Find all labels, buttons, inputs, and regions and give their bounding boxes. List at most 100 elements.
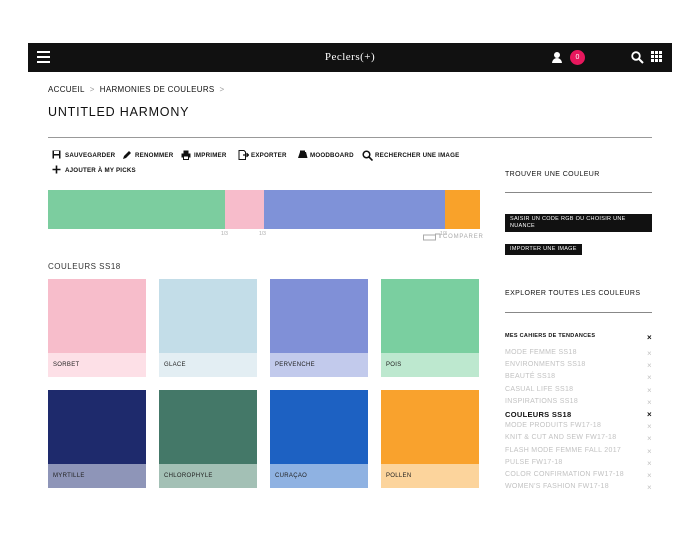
trend-book-label: CASUAL LIFE SS18	[505, 385, 574, 393]
swatch-name: POIS	[381, 353, 479, 377]
trend-book-item[interactable]: MODE FEMME SS18 ×	[505, 349, 652, 361]
plus-icon	[52, 165, 61, 174]
trend-book-label: COULEURS SS18	[505, 409, 572, 419]
trend-book-item[interactable]: COULEURS SS18 ×	[505, 410, 652, 422]
search-icon[interactable]	[631, 51, 644, 64]
harmony-segment[interactable]	[48, 190, 226, 229]
swatch-name: CHLOROPHYLE	[159, 464, 257, 488]
harmony-segment[interactable]	[263, 190, 446, 229]
trend-book-item[interactable]: INSPIRATIONS SS18 ×	[505, 398, 652, 410]
trend-book-label: KNIT & CUT AND SEW FW17-18	[505, 434, 617, 442]
breadcrumb: ACCUEIL > HARMONIES DE COULEURS >	[48, 85, 230, 94]
swatch-color	[270, 279, 368, 353]
explore-colors-heading: EXPLORER TOUTES LES COULEURS	[505, 290, 641, 297]
trend-book-item[interactable]: CASUAL LIFE SS18 ×	[505, 386, 652, 398]
trend-book-label: MODE FEMME SS18	[505, 349, 577, 356]
trend-book-label: FLASH MODE FEMME FALL 2017	[505, 446, 622, 454]
color-swatch[interactable]: POIS	[381, 279, 479, 377]
close-icon[interactable]: ×	[647, 434, 652, 443]
compare-icon	[423, 233, 441, 241]
title-divider	[48, 137, 652, 138]
swatch-name: CURAÇAO	[270, 464, 368, 488]
close-icon[interactable]: ×	[647, 373, 652, 382]
trend-books-heading: MES CAHIERS DE TENDANCES ×	[505, 333, 652, 349]
rename-label: RENOMMER	[135, 152, 174, 159]
export-icon	[238, 150, 249, 160]
close-icon[interactable]: ×	[647, 410, 652, 419]
harmony-note: 1/3	[259, 231, 266, 237]
divider	[505, 192, 652, 193]
trend-book-label: WOMEN'S FASHION FW17-18	[505, 483, 609, 491]
notification-badge[interactable]: 0	[570, 50, 585, 65]
top-bar: Peclers(+) 0	[28, 43, 672, 72]
trend-book-label: COLOR CONFIRMATION FW17-18	[505, 470, 624, 478]
trend-book-label: PULSE FW17-18	[505, 458, 563, 466]
divider	[505, 312, 652, 313]
trend-book-label: ENVIRONMENTS SS18	[505, 361, 586, 369]
trend-book-item[interactable]: ENVIRONMENTS SS18 ×	[505, 361, 652, 373]
floppy-icon	[52, 150, 61, 159]
swatch-color	[48, 390, 146, 464]
breadcrumb-separator: >	[89, 85, 95, 94]
apps-grid-icon[interactable]	[651, 51, 662, 62]
close-icon[interactable]: ×	[647, 422, 652, 431]
trend-book-item[interactable]: WOMEN'S FASHION FW17-18 ×	[505, 483, 652, 495]
swatch-name: PERVENCHE	[270, 353, 368, 377]
rgb-code-button[interactable]: SAISIR UN CODE RGB OU CHOISIR UNE NUANCE	[505, 214, 652, 232]
close-icon[interactable]: ×	[647, 459, 652, 468]
harmony-segment[interactable]	[445, 190, 480, 229]
close-icon[interactable]: ×	[647, 483, 652, 492]
trend-book-item[interactable]: FLASH MODE FEMME FALL 2017 ×	[505, 447, 652, 459]
color-swatch[interactable]: GLACE	[159, 279, 257, 377]
color-swatch[interactable]: MYRTILLE	[48, 390, 146, 488]
trend-book-label: BEAUTÉ SS18	[505, 373, 556, 381]
color-swatch[interactable]: SORBET	[48, 279, 146, 377]
moodboard-icon	[298, 150, 308, 158]
swatch-color	[159, 390, 257, 464]
color-swatch[interactable]: PERVENCHE	[270, 279, 368, 377]
close-icon[interactable]: ×	[647, 447, 652, 456]
color-swatch[interactable]: CHLOROPHYLE	[159, 390, 257, 488]
compare-label: COMPARER	[443, 234, 484, 240]
trend-book-label: MODE PRODUITS FW17-18	[505, 422, 602, 430]
swatch-color	[48, 279, 146, 353]
breadcrumb-home[interactable]: ACCUEIL	[48, 85, 85, 94]
trend-book-label: INSPIRATIONS SS18	[505, 397, 579, 405]
page-title: UNTITLED HARMONY	[48, 105, 190, 119]
color-swatch[interactable]: POLLEN	[381, 390, 479, 488]
trend-book-item[interactable]: BEAUTÉ SS18 ×	[505, 373, 652, 385]
moodboard-label: MOODBOARD	[310, 152, 354, 159]
breadcrumb-separator: >	[219, 85, 225, 94]
close-icon[interactable]: ×	[647, 361, 652, 370]
close-icon[interactable]: ×	[647, 349, 652, 358]
save-label: SAUVEGARDER	[65, 152, 116, 159]
trend-books-heading-label: MES CAHIERS DE TENDANCES	[505, 333, 596, 339]
pencil-icon	[123, 151, 131, 159]
harmony-bar	[48, 190, 480, 229]
harmony-note: 1/3	[221, 231, 228, 237]
add-picks-label: AJOUTER À MY PICKS	[65, 167, 136, 174]
color-swatch[interactable]: CURAÇAO	[270, 390, 368, 488]
swatch-color	[381, 279, 479, 353]
search-icon	[362, 150, 373, 161]
colors-section-title: COULEURS SS18	[48, 262, 121, 271]
import-image-button[interactable]: IMPORTER UNE IMAGE	[505, 244, 582, 255]
user-icon[interactable]	[552, 52, 562, 63]
search-image-label: RECHERCHER UNE IMAGE	[375, 152, 460, 159]
trend-books-list: MES CAHIERS DE TENDANCES × MODE FEMME SS…	[505, 333, 652, 495]
close-icon[interactable]: ×	[647, 386, 652, 395]
trend-book-item[interactable]: PULSE FW17-18 ×	[505, 459, 652, 471]
close-icon[interactable]: ×	[647, 333, 652, 342]
find-color-heading: TROUVER UNE COULEUR	[505, 171, 600, 178]
close-icon[interactable]: ×	[647, 398, 652, 407]
close-icon[interactable]: ×	[647, 471, 652, 480]
trend-book-item[interactable]: MODE PRODUITS FW17-18 ×	[505, 422, 652, 434]
swatch-name: GLACE	[159, 353, 257, 377]
swatch-name: MYRTILLE	[48, 464, 146, 488]
trend-book-item[interactable]: COLOR CONFIRMATION FW17-18 ×	[505, 471, 652, 483]
harmony-segment[interactable]	[225, 190, 264, 229]
swatch-color	[270, 390, 368, 464]
swatch-color	[159, 279, 257, 353]
trend-book-item[interactable]: KNIT & CUT AND SEW FW17-18 ×	[505, 434, 652, 446]
breadcrumb-harmonies[interactable]: HARMONIES DE COULEURS	[100, 85, 215, 94]
